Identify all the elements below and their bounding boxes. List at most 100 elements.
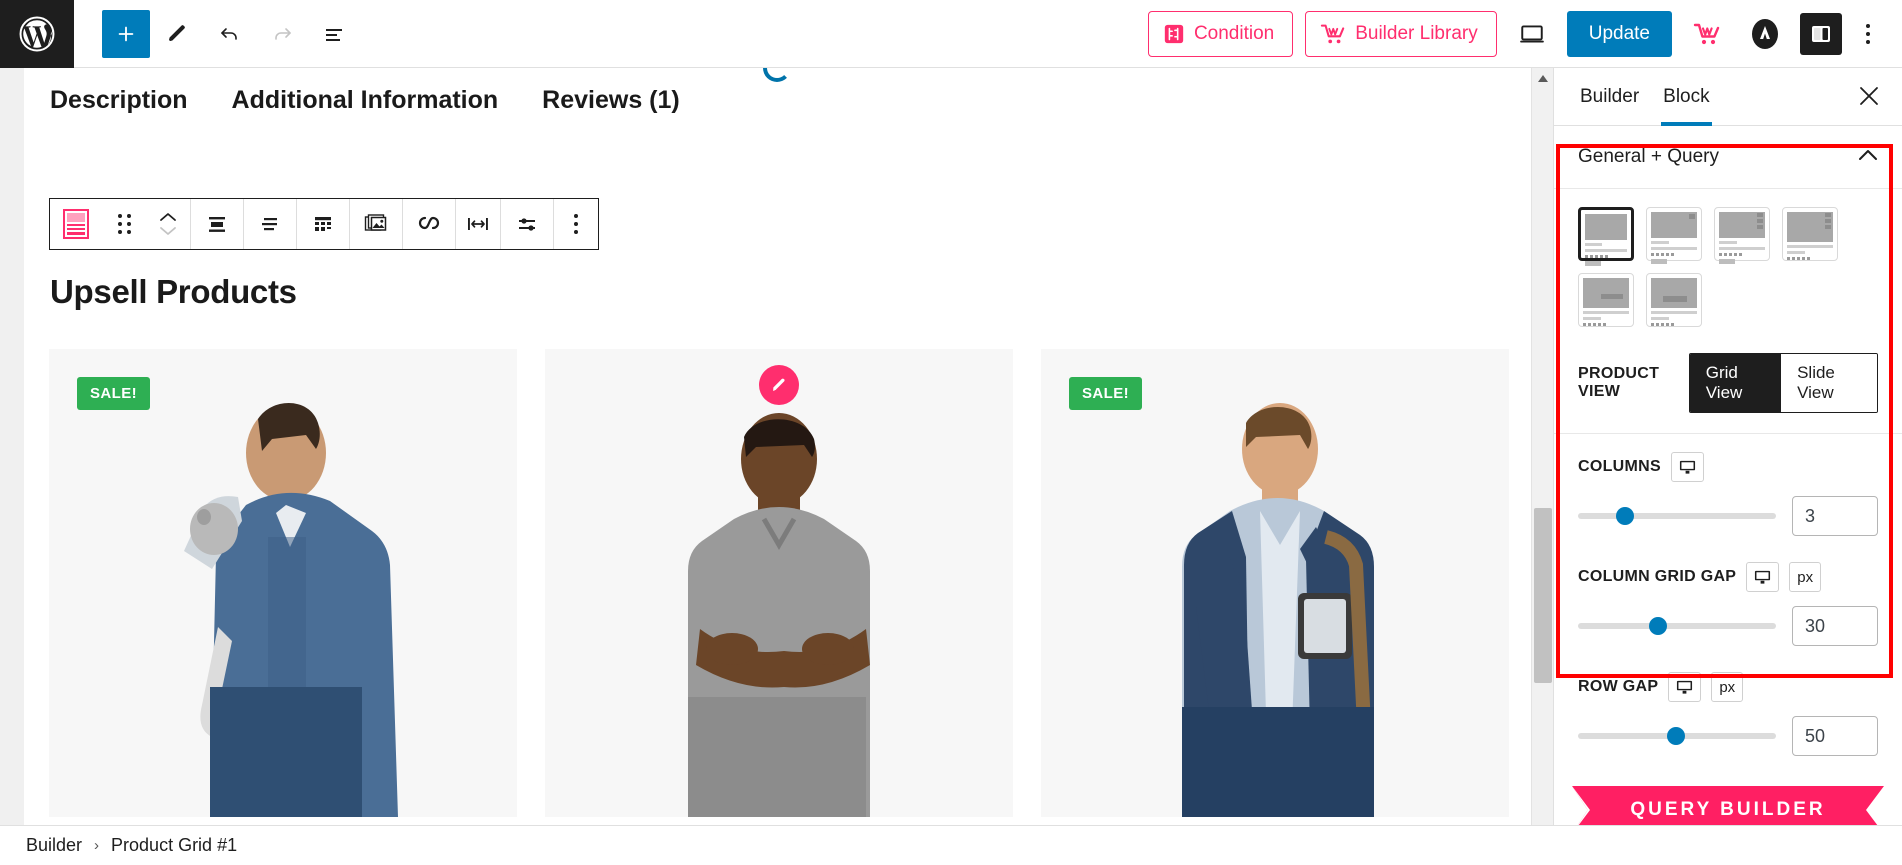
wordpress-logo-icon[interactable] <box>0 0 74 68</box>
product-card[interactable]: SALE! <box>49 349 517 865</box>
breadcrumb-separator-icon: › <box>94 837 100 854</box>
layout-preset-option[interactable] <box>1782 207 1838 261</box>
editor-canvas: Description Additional Information Revie… <box>0 68 1531 865</box>
page-title: Upsell Products <box>50 273 297 310</box>
product-card[interactable]: SALE! <box>1041 349 1509 865</box>
link-infinity-icon[interactable] <box>403 199 455 249</box>
product-view-label: PRODUCT VIEW <box>1578 365 1660 400</box>
block-toolbar-group-1 <box>50 199 191 249</box>
shopping-cart-w-icon <box>1320 22 1346 46</box>
scrollbar-thumb[interactable] <box>1534 508 1552 683</box>
columns-slider[interactable] <box>1578 507 1776 525</box>
brush-icon[interactable] <box>759 365 799 405</box>
scroll-up-arrow-icon[interactable] <box>1532 68 1554 88</box>
align-block-icon[interactable] <box>191 199 243 249</box>
full-width-icon[interactable] <box>456 199 500 249</box>
tab-additional-information[interactable]: Additional Information <box>232 86 499 115</box>
edit-tool-button[interactable] <box>154 10 202 58</box>
columns-slider-knob[interactable] <box>1615 507 1634 525</box>
block-toolbar-group-4 <box>297 199 350 249</box>
row-gap-label: ROW GAP <box>1578 678 1659 695</box>
row-gap-slider[interactable] <box>1578 727 1776 745</box>
astra-logo-icon[interactable] <box>1742 11 1788 57</box>
block-toolbar-group-2 <box>191 199 244 249</box>
columns-value-input[interactable]: 3 <box>1792 496 1878 536</box>
product-image[interactable]: SALE! <box>49 349 517 817</box>
redo-button[interactable] <box>258 10 306 58</box>
breadcrumb-root[interactable]: Builder <box>26 835 82 856</box>
tab-builder[interactable]: Builder <box>1568 68 1651 126</box>
block-toolbar-group-8 <box>501 199 554 249</box>
options-menu-icon[interactable] <box>1854 16 1882 52</box>
tab-description[interactable]: Description <box>50 86 188 115</box>
layout-preset-option[interactable] <box>1578 273 1634 327</box>
product-view-row: PRODUCT VIEW Grid View Slide View <box>1554 333 1902 434</box>
tab-block[interactable]: Block <box>1651 68 1721 126</box>
product-photo-man-denim-shirt <box>184 402 398 817</box>
row-gap-control: ROW GAP px 50 <box>1554 654 1902 764</box>
gallery-icon[interactable] <box>350 199 402 249</box>
column-grid-gap-slider-row: 30 <box>1578 606 1878 646</box>
update-button[interactable]: Update <box>1566 10 1672 57</box>
block-toolbar-group-5 <box>350 199 403 249</box>
row-gap-slider-knob[interactable] <box>1667 727 1686 745</box>
top-toolbar-right-group: Condition Builder Library Update <box>1147 10 1902 57</box>
desktop-icon[interactable] <box>1670 452 1704 482</box>
chevron-up-icon[interactable] <box>1858 148 1878 166</box>
desktop-icon[interactable] <box>1668 672 1702 702</box>
columns-header: COLUMNS <box>1578 452 1878 482</box>
grid-view-option[interactable]: Grid View <box>1689 354 1782 412</box>
align-text-icon[interactable] <box>244 199 296 249</box>
condition-button[interactable]: Condition <box>1147 10 1294 57</box>
builder-library-button[interactable]: Builder Library <box>1305 10 1497 57</box>
layout-preset-option[interactable] <box>1646 207 1702 264</box>
desktop-icon[interactable] <box>1746 562 1780 592</box>
product-image[interactable] <box>545 349 1013 817</box>
undo-button[interactable] <box>206 10 254 58</box>
more-options-icon[interactable] <box>554 199 598 249</box>
list-view-button[interactable] <box>310 10 358 58</box>
layout-grid-icon[interactable] <box>297 199 349 249</box>
close-icon[interactable] <box>1858 85 1880 112</box>
block-toolbar-group-6 <box>403 199 456 249</box>
column-grid-gap-label: COLUMN GRID GAP <box>1578 568 1737 585</box>
slide-view-option[interactable]: Slide View <box>1781 354 1877 412</box>
product-photo-man-casual-blazer <box>1182 403 1374 817</box>
layout-preset-list <box>1554 189 1902 333</box>
loading-spinner-icon <box>763 68 791 82</box>
product-image[interactable]: SALE! <box>1041 349 1509 817</box>
product-grid: SALE! SALE! <box>49 349 1519 865</box>
layout-preset-option[interactable] <box>1578 207 1634 266</box>
row-gap-value-input[interactable]: 50 <box>1792 716 1878 756</box>
add-block-button[interactable] <box>102 9 150 58</box>
layout-preset-option[interactable] <box>1646 273 1702 327</box>
column-grid-gap-value-input[interactable]: 30 <box>1792 606 1878 646</box>
move-updown-icon[interactable] <box>146 199 190 249</box>
block-toolbar <box>49 198 599 250</box>
canvas-scrollbar[interactable] <box>1531 68 1553 865</box>
block-type-icon[interactable] <box>50 199 102 249</box>
sidebar-toggle-icon[interactable] <box>1800 12 1842 55</box>
column-grid-gap-header: COLUMN GRID GAP px <box>1578 562 1878 592</box>
block-toolbar-group-9 <box>554 199 598 249</box>
column-grid-gap-unit[interactable]: px <box>1789 562 1822 592</box>
product-card[interactable] <box>545 349 1013 865</box>
column-grid-gap-control: COLUMN GRID GAP px 30 <box>1554 544 1902 654</box>
drag-handle-icon[interactable] <box>102 199 146 249</box>
column-grid-gap-slider[interactable] <box>1578 617 1776 635</box>
panel-general-query-header[interactable]: General + Query <box>1554 126 1902 189</box>
row-gap-unit[interactable]: px <box>1711 672 1744 702</box>
block-toolbar-group-3 <box>244 199 297 249</box>
breadcrumb-current[interactable]: Product Grid #1 <box>111 835 237 856</box>
settings-sliders-icon[interactable] <box>501 199 553 249</box>
sidebar-tabs: Builder Block <box>1554 68 1902 126</box>
brand-cart-icon[interactable] <box>1684 11 1730 57</box>
desktop-preview-icon[interactable] <box>1509 11 1555 57</box>
tab-reviews[interactable]: Reviews (1) <box>542 86 680 115</box>
layout-preset-option[interactable] <box>1714 207 1770 264</box>
row-gap-header: ROW GAP px <box>1578 672 1878 702</box>
product-photo-man-tshirt <box>688 413 870 817</box>
panel-title: General + Query <box>1578 146 1719 167</box>
column-grid-gap-slider-knob[interactable] <box>1649 617 1668 635</box>
status-badge: SALE! <box>1069 377 1142 410</box>
